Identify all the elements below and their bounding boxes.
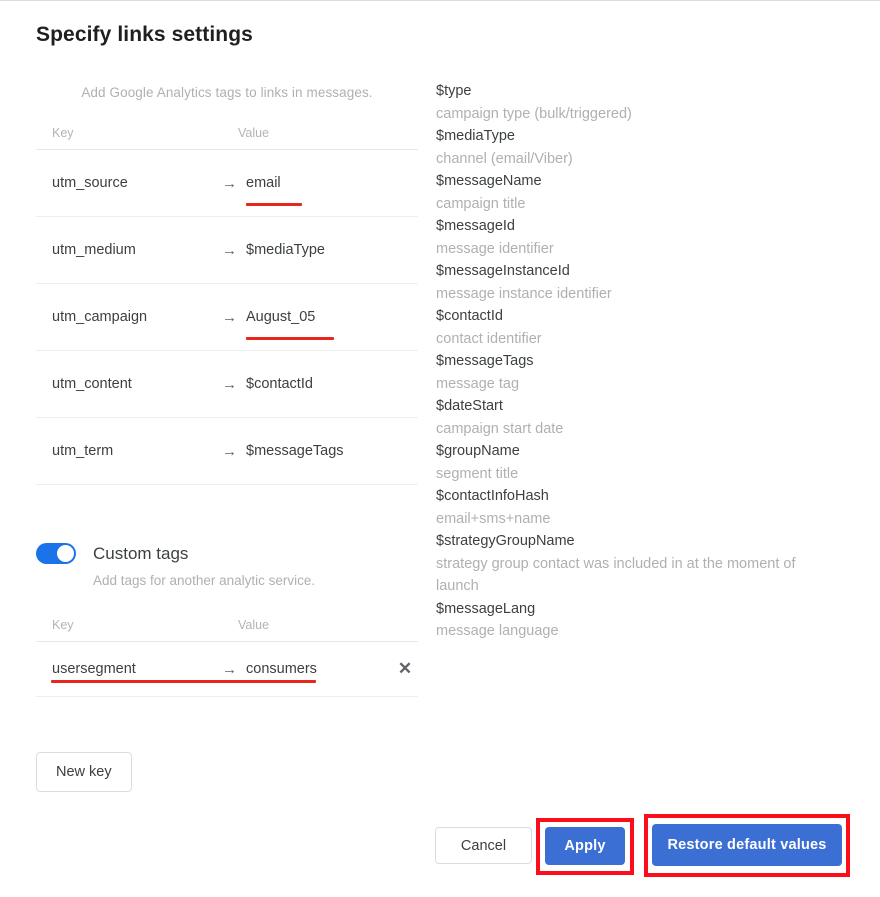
custom-tags-label: Custom tags	[93, 543, 189, 563]
custom-tags-hint: Add tags for another analytic service.	[93, 573, 316, 588]
ga-row-value[interactable]: $mediaType	[246, 242, 325, 258]
variable-description: channel (email/Viber)	[436, 150, 573, 167]
table-row[interactable]: utm_source → email	[36, 150, 418, 217]
custom-tags-section: Custom tags Add tags for another analyti…	[36, 543, 418, 697]
variable-description: campaign type (bulk/triggered)	[436, 105, 632, 122]
ga-row-key: utm_content	[52, 376, 132, 392]
variable-description: message tag	[436, 375, 520, 392]
variable-description: message instance identifier	[436, 285, 612, 302]
toggle-knob	[57, 545, 74, 562]
ga-row-key: utm_source	[52, 175, 128, 191]
custom-row-value-wrap: → consumers	[222, 661, 317, 677]
ga-row-value-wrap: → email	[222, 174, 302, 206]
custom-row-value[interactable]: consumers	[246, 661, 317, 677]
variable-description: strategy group contact was included in a…	[436, 555, 796, 595]
new-key-button[interactable]: New key	[36, 752, 132, 792]
ga-row-value-wrap: → $messageTags	[222, 443, 344, 459]
google-analytics-section: Add Google Analytics tags to links in me…	[36, 80, 418, 485]
custom-row-key[interactable]: usersegment	[36, 661, 222, 677]
apply-button[interactable]: Apply	[545, 827, 625, 865]
highlight-underline	[51, 680, 316, 683]
custom-tags-toggle-row: Custom tags	[36, 543, 418, 564]
variable-name: $contactId	[436, 308, 503, 324]
variable-description: segment title	[436, 465, 519, 482]
table-row[interactable]: utm_content → $contactId	[36, 351, 418, 418]
variable-name: $dateStart	[436, 398, 503, 414]
delete-row-icon[interactable]: ✕	[392, 656, 418, 682]
ga-row-key: utm_campaign	[52, 309, 148, 325]
variable-name: $messageId	[436, 218, 515, 234]
ga-row-key: utm_medium	[52, 242, 136, 258]
ga-row-key: utm_term	[52, 443, 114, 459]
table-row[interactable]: utm_campaign → August_05	[36, 284, 418, 351]
restore-default-values-button[interactable]: Restore default values	[652, 824, 842, 866]
table-row[interactable]: utm_term → $messageTags	[36, 418, 418, 485]
highlight-underline	[246, 203, 302, 206]
variable-description: campaign title	[436, 195, 526, 212]
custom-table-header: Key Value	[36, 618, 418, 642]
custom-column-header-value: Value	[238, 618, 270, 632]
arrow-right-icon: →	[222, 375, 237, 393]
ga-table-header: Key Value	[36, 126, 418, 150]
custom-column-header-key: Key	[52, 618, 74, 632]
arrow-right-icon: →	[222, 660, 237, 678]
variable-name: $messageTags	[436, 353, 534, 369]
variable-description: campaign start date	[436, 420, 564, 437]
ga-column-header-value: Value	[238, 126, 270, 140]
arrow-right-icon: →	[222, 174, 237, 192]
ga-tags-table: Key Value utm_source → email utm_medium …	[36, 126, 418, 485]
highlight-underline	[246, 337, 334, 340]
arrow-right-icon: →	[222, 308, 237, 326]
variable-name: $messageLang	[436, 600, 536, 617]
variable-name: $type	[436, 83, 472, 99]
ga-row-value-wrap: → $mediaType	[222, 242, 325, 258]
cancel-button[interactable]: Cancel	[435, 827, 532, 864]
page-title: Specify links settings	[36, 23, 253, 46]
custom-tags-toggle[interactable]	[36, 543, 76, 564]
ga-row-value-wrap: → August_05	[222, 308, 334, 340]
variable-description: email+sms+name	[436, 510, 551, 527]
ga-row-value[interactable]: $contactId	[246, 376, 313, 392]
ga-row-value[interactable]: $messageTags	[246, 443, 344, 459]
ga-hint-text: Add Google Analytics tags to links in me…	[81, 85, 373, 100]
variables-reference-list: $type campaign type (bulk/triggered) $me…	[436, 80, 836, 643]
variable-name: $mediaType	[436, 128, 515, 144]
variable-name: $messageInstanceId	[436, 263, 570, 279]
table-row[interactable]: usersegment → consumers ✕	[36, 642, 418, 697]
table-row[interactable]: utm_medium → $mediaType	[36, 217, 418, 284]
variable-name: $contactInfoHash	[436, 488, 549, 504]
variable-description: message identifier	[436, 240, 554, 257]
variable-name: $strategyGroupName	[436, 533, 575, 549]
variable-description: contact identifier	[436, 330, 542, 347]
arrow-right-icon: →	[222, 241, 237, 259]
ga-row-value[interactable]: August_05	[246, 309, 315, 325]
custom-tags-table: Key Value usersegment → consumers ✕	[36, 618, 418, 697]
arrow-right-icon: →	[222, 442, 237, 460]
variable-description: message language	[436, 623, 559, 639]
ga-row-value[interactable]: email	[246, 175, 281, 191]
top-divider	[0, 0, 880, 1]
ga-column-header-key: Key	[52, 126, 74, 140]
ga-row-value-wrap: → $contactId	[222, 376, 313, 392]
variable-name: $groupName	[436, 443, 520, 459]
variable-name: $messageName	[436, 173, 542, 189]
